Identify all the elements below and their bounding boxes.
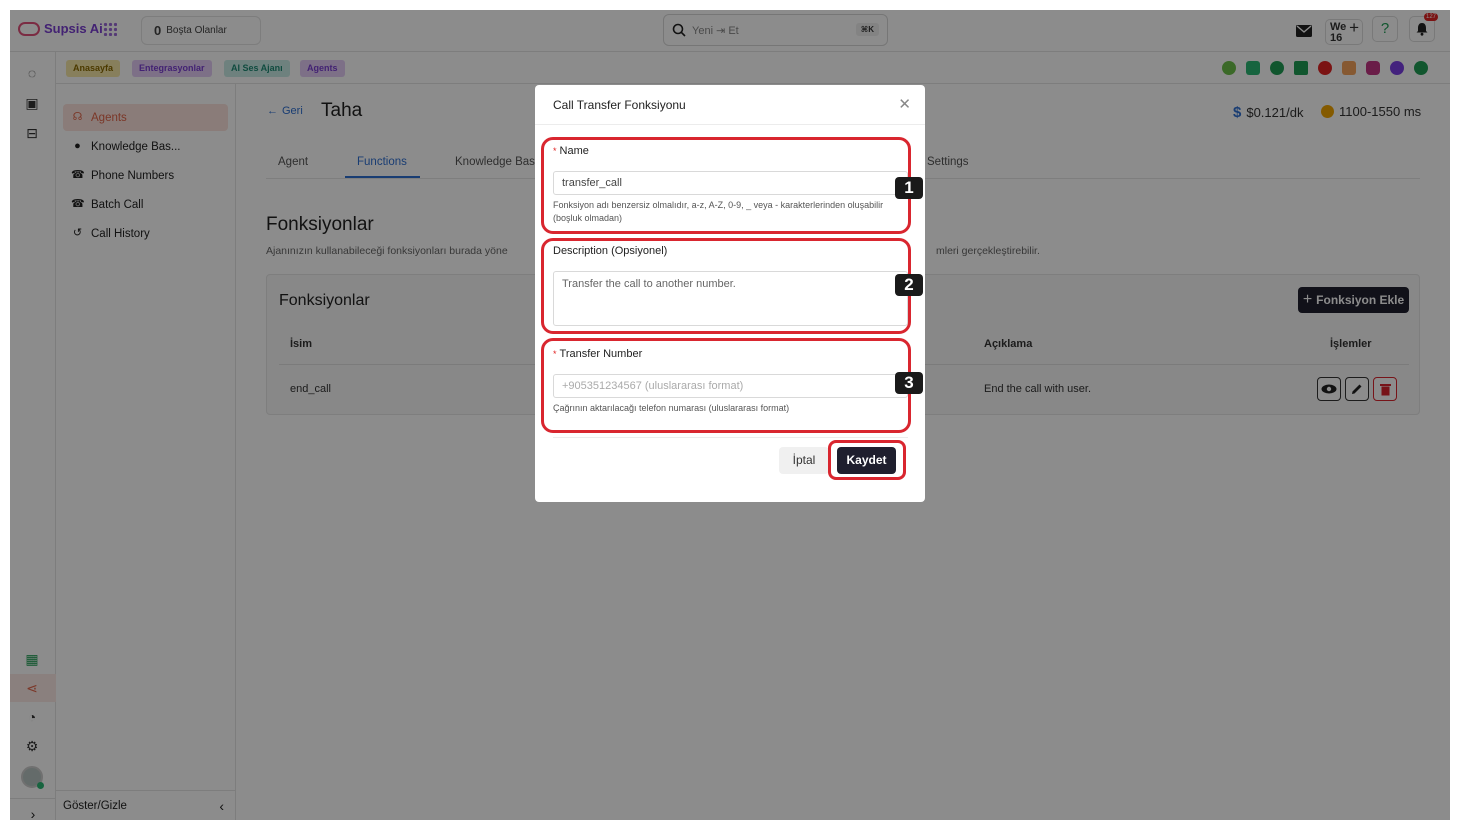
highlight-transfer-field bbox=[541, 338, 911, 433]
cancel-button[interactable]: İptal bbox=[779, 447, 829, 474]
modal-footer-divider bbox=[553, 437, 908, 438]
annotation-number: 1 bbox=[895, 177, 923, 199]
highlight-description-field bbox=[541, 238, 911, 334]
app-window: Supsis Ai 0 Boşta Olanlar Yeni ⇥ Et ⌘K W… bbox=[10, 10, 1450, 820]
modal-title: Call Transfer Fonksiyonu bbox=[553, 98, 686, 112]
close-icon[interactable]: ✕ bbox=[898, 95, 911, 113]
modal-header: Call Transfer Fonksiyonu ✕ bbox=[535, 85, 925, 125]
annotation-number: 3 bbox=[895, 372, 923, 394]
annotation-number: 2 bbox=[895, 274, 923, 296]
highlight-save-button bbox=[828, 440, 906, 480]
highlight-name-field bbox=[541, 137, 911, 234]
